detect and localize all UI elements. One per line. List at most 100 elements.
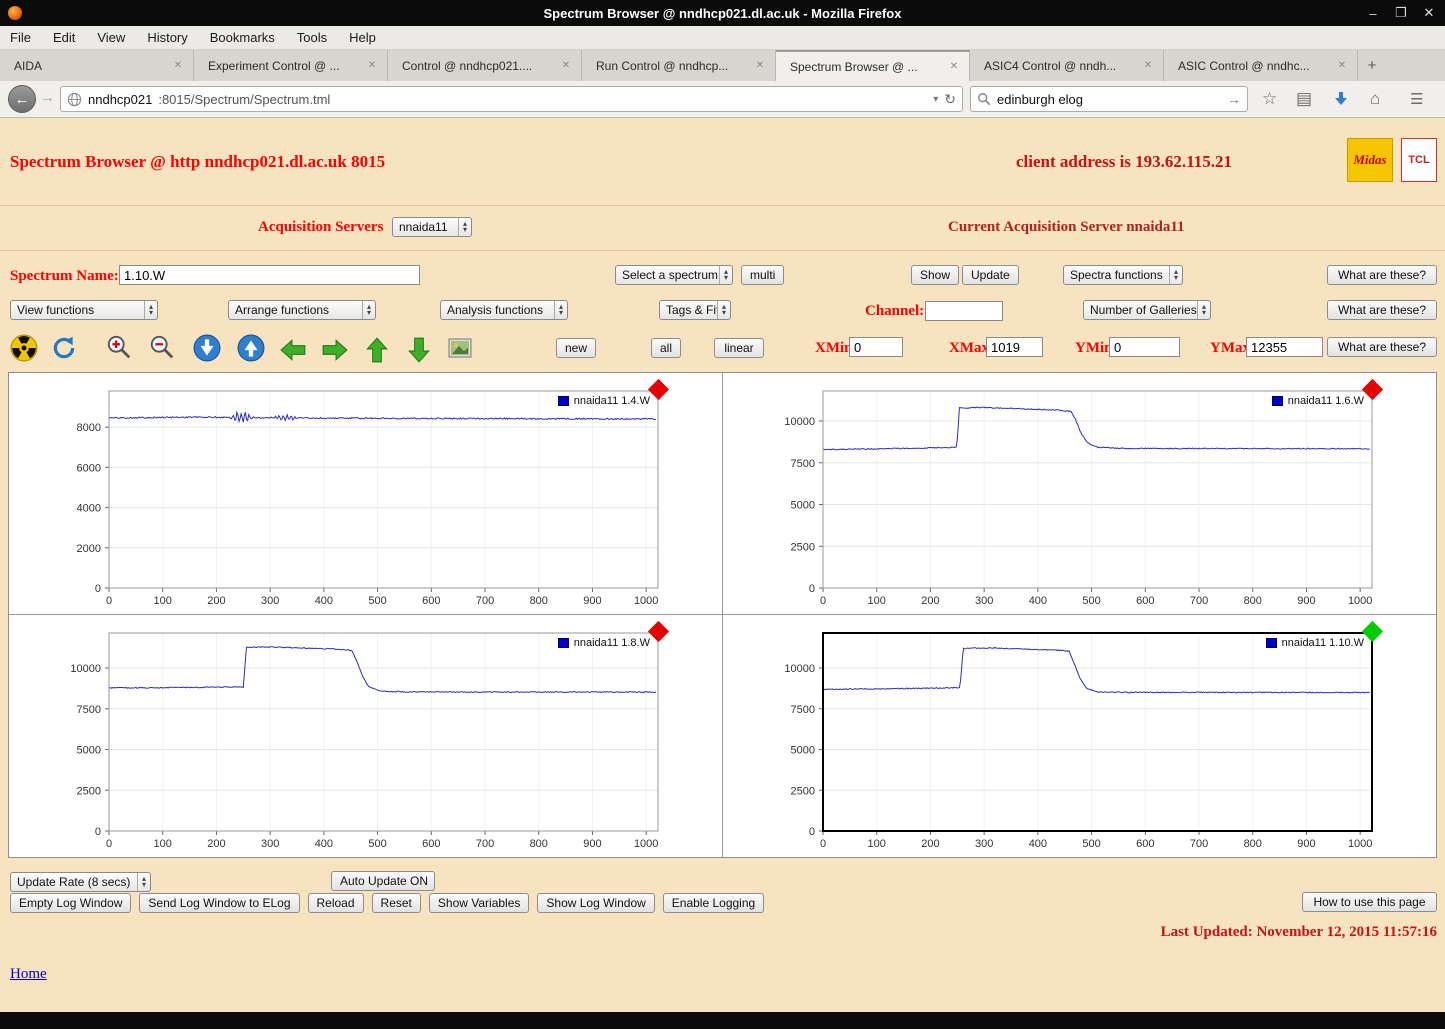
- close-button[interactable]: ✕: [1421, 5, 1437, 21]
- what-are-these-button-1[interactable]: What are these?: [1327, 265, 1437, 285]
- what-are-these-button-3[interactable]: What are these?: [1327, 337, 1437, 357]
- svg-text:400: 400: [315, 595, 333, 607]
- what-are-these-button-2[interactable]: What are these?: [1327, 300, 1437, 320]
- menu-bookmarks[interactable]: Bookmarks: [210, 30, 275, 45]
- svg-text:300: 300: [975, 595, 993, 607]
- new-tab-button[interactable]: [1358, 50, 1386, 81]
- blue-arrow-up-icon[interactable]: [237, 334, 265, 362]
- multi-button[interactable]: multi: [741, 265, 785, 285]
- green-arrow-up-icon[interactable]: [363, 336, 391, 364]
- spectrum-name-input[interactable]: [119, 265, 420, 285]
- svg-text:500: 500: [368, 595, 386, 607]
- tab-close-icon[interactable]: [171, 60, 185, 71]
- tab-close-icon[interactable]: [1335, 60, 1349, 71]
- window-titlebar: Spectrum Browser @ nndhcp021.dl.ac.uk - …: [0, 0, 1445, 26]
- analysis-functions-dropdown[interactable]: Analysis functions: [440, 300, 568, 320]
- tab-close-icon[interactable]: [753, 60, 767, 71]
- xmin-input[interactable]: [849, 337, 903, 357]
- tab-aida[interactable]: AIDA: [0, 50, 194, 81]
- empty-log-window-button[interactable]: Empty Log Window: [10, 893, 132, 913]
- zoom-out-icon[interactable]: [148, 334, 176, 362]
- menu-tools[interactable]: Tools: [297, 30, 327, 45]
- tcl-logo[interactable]: TCL: [1401, 138, 1437, 182]
- green-arrow-down-icon[interactable]: [405, 336, 433, 364]
- gallery-image-icon[interactable]: [448, 338, 472, 358]
- back-button[interactable]: ←: [8, 85, 36, 113]
- show-button[interactable]: Show: [911, 265, 960, 285]
- midas-logo[interactable]: Midas: [1347, 138, 1393, 182]
- green-arrow-right-icon[interactable]: [321, 336, 349, 364]
- menu-history[interactable]: History: [147, 30, 187, 45]
- svg-text:5000: 5000: [77, 745, 101, 757]
- firefox-app-icon[interactable]: [8, 6, 22, 20]
- spectra-functions-dropdown[interactable]: Spectra functions: [1063, 265, 1183, 285]
- svg-text:0: 0: [809, 826, 815, 838]
- tab-close-icon[interactable]: [559, 60, 573, 71]
- auto-update-button[interactable]: Auto Update ON: [331, 871, 435, 891]
- tab-close-icon[interactable]: [947, 61, 961, 72]
- maximize-button[interactable]: ❐: [1393, 5, 1409, 21]
- show-log-window-button[interactable]: Show Log Window: [537, 893, 655, 913]
- svg-text:700: 700: [1190, 595, 1208, 607]
- menu-view[interactable]: View: [97, 30, 125, 45]
- hamburger-menu-icon[interactable]: [1410, 89, 1423, 109]
- linear-button[interactable]: linear: [714, 338, 764, 358]
- ymax-input[interactable]: [1246, 337, 1323, 357]
- search-input[interactable]: edinburgh elog: [970, 86, 1248, 112]
- green-arrow-left-icon[interactable]: [279, 336, 307, 364]
- all-button[interactable]: all: [651, 338, 681, 358]
- svg-text:700: 700: [476, 595, 494, 607]
- xmax-input[interactable]: [986, 337, 1043, 357]
- view-functions-dropdown[interactable]: View functions: [10, 300, 158, 320]
- spectrum-chart-1-4-w[interactable]: 0 2000 4000 6000 8000 0 100 200 300 400 500 600 700 8…: [9, 373, 723, 615]
- spectrum-plot: 0 2500 5000 7500 10000 0 100 200 300 400 500 600 700…: [784, 632, 1373, 850]
- bookmark-star-icon[interactable]: [1262, 89, 1277, 109]
- channel-input[interactable]: [925, 301, 1003, 321]
- spectrum-chart-1-6-w[interactable]: 0 2500 5000 7500 10000 0 100 200 300 400 500 600 700…: [723, 373, 1436, 615]
- zoom-in-icon[interactable]: [105, 334, 133, 362]
- home-link[interactable]: Home: [10, 966, 47, 983]
- spectrum-chart-1-10-w[interactable]: 0 2500 5000 7500 10000 0 100 200 300 400 500 600 700…: [723, 615, 1436, 857]
- show-variables-button[interactable]: Show Variables: [428, 893, 530, 913]
- svg-text:400: 400: [1029, 838, 1047, 850]
- enable-logging-button[interactable]: Enable Logging: [662, 893, 765, 913]
- home-icon[interactable]: [1370, 89, 1380, 109]
- number-of-galleries-dropdown[interactable]: Number of Galleries: [1083, 300, 1211, 320]
- menu-help[interactable]: Help: [349, 30, 376, 45]
- menu-edit[interactable]: Edit: [53, 30, 75, 45]
- select-a-spectrum-dropdown[interactable]: Select a spectrum: [615, 265, 733, 285]
- search-go-icon[interactable]: [1227, 91, 1241, 107]
- reload-icon[interactable]: [944, 91, 956, 108]
- tab-run-control[interactable]: Run Control @ nndhcp...: [582, 50, 776, 81]
- new-button[interactable]: new: [556, 338, 596, 358]
- tab-control[interactable]: Control @ nndhcp021....: [388, 50, 582, 81]
- url-bar[interactable]: nndhcp021:8015/Spectrum/Spectrum.tml: [60, 86, 963, 112]
- update-button[interactable]: Update: [962, 265, 1019, 285]
- reading-list-icon[interactable]: [1296, 89, 1312, 109]
- blue-arrow-down-icon[interactable]: [193, 334, 221, 362]
- forward-button[interactable]: →: [40, 89, 55, 106]
- reload-button[interactable]: Reload: [307, 893, 364, 913]
- minimize-button[interactable]: –: [1365, 6, 1381, 21]
- tab-experiment-control[interactable]: Experiment Control @ ...: [194, 50, 388, 81]
- chevron-down-icon[interactable]: [933, 94, 938, 105]
- reset-button[interactable]: Reset: [371, 893, 421, 913]
- svg-text:200: 200: [921, 595, 939, 607]
- tab-spectrum-browser[interactable]: Spectrum Browser @ ...: [776, 50, 970, 81]
- menu-file[interactable]: File: [10, 30, 31, 45]
- tab-asic4-control[interactable]: ASIC4 Control @ nndh...: [970, 50, 1164, 81]
- acquisition-server-select[interactable]: nnaida11: [392, 217, 472, 237]
- tab-close-icon[interactable]: [365, 60, 379, 71]
- refresh-icon[interactable]: [50, 334, 78, 362]
- tags-fits-dropdown[interactable]: Tags & Fits: [659, 300, 731, 320]
- ymin-input[interactable]: [1109, 337, 1180, 357]
- send-log-window-to-elog-button[interactable]: Send Log Window to ELog: [139, 893, 300, 913]
- how-to-use-this-page-button[interactable]: How to use this page: [1302, 892, 1437, 912]
- spectrum-chart-1-8-w[interactable]: 0 2500 5000 7500 10000 0 100 200 300 400 500 600 700…: [9, 615, 723, 857]
- arrange-functions-dropdown[interactable]: Arrange functions: [228, 300, 376, 320]
- update-rate-dropdown[interactable]: Update Rate (8 secs): [10, 872, 151, 892]
- downloads-icon[interactable]: [1333, 91, 1349, 107]
- radiation-icon[interactable]: [10, 334, 38, 362]
- tab-asic-control[interactable]: ASIC Control @ nndhc...: [1164, 50, 1358, 81]
- tab-close-icon[interactable]: [1141, 60, 1155, 71]
